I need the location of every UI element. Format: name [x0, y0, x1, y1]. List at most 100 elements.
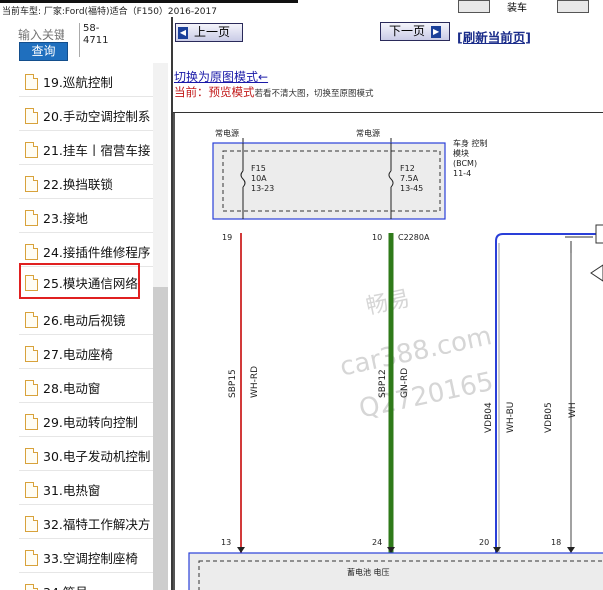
- list-item[interactable]: 32.福特工作解决方: [19, 505, 153, 539]
- wire-id-label: VDB04: [484, 402, 494, 433]
- list-item-highlighted[interactable]: 25.模块通信网络: [19, 263, 140, 299]
- list-item-label: 24.接插件维修程序: [43, 245, 151, 260]
- fuse2-rating: 7.5A: [400, 174, 419, 183]
- list-item[interactable]: 31.电热窗: [19, 471, 153, 505]
- document-icon: [25, 312, 38, 328]
- pin-label: 24: [372, 538, 382, 547]
- list-item[interactable]: 29.电动转向控制: [19, 403, 153, 437]
- current-mode-line: 当前：预览模式若看不清大图，切换至原图模式: [174, 84, 374, 100]
- chapter-list: 19.巡航控制 20.手动空调控制系 21.挂车丨宿营车接 22.换挡联锁 23…: [0, 63, 153, 590]
- pin-label: 19: [222, 233, 232, 242]
- document-icon: [25, 380, 38, 396]
- fuse2-ref: 13-45: [400, 184, 423, 193]
- fuse2-name: F12: [400, 164, 415, 173]
- document-icon: [25, 482, 38, 498]
- fuse1-ref: 13-23: [251, 184, 274, 193]
- current-hint: 若看不清大图，切换至原图模式: [254, 89, 374, 99]
- list-item[interactable]: 23.接地: [19, 199, 153, 233]
- battery-voltage-label: 蓄电池 电压: [347, 567, 390, 577]
- document-icon: [25, 550, 38, 566]
- list-item[interactable]: 28.电动窗: [19, 369, 153, 403]
- toolbar-button-1[interactable]: 装车: [458, 0, 527, 14]
- wiring-diagram[interactable]: 畅易 car388.com Q2720165 常电源 常电源 车身 控制模块(B…: [173, 112, 603, 590]
- document-icon: [25, 176, 38, 192]
- list-item-label: 25.模块通信网络: [43, 276, 138, 291]
- connector-icon: [590, 264, 603, 282]
- wire-blue: [495, 233, 603, 553]
- list-item[interactable]: 34.符号: [19, 573, 153, 590]
- search-area: 查询 58- 4711: [0, 17, 171, 63]
- list-item[interactable]: 30.电子发动机控制: [19, 437, 153, 471]
- next-page-label: 下一页: [389, 24, 426, 38]
- document-icon: [25, 108, 38, 124]
- scrollbar-thumb[interactable]: [153, 287, 168, 590]
- list-item-label: 29.电动转向控制: [43, 415, 138, 430]
- wire-id-label: SBP15: [228, 369, 238, 398]
- wire-id-label: VDB05: [544, 402, 554, 433]
- list-item-label: 20.手动空调控制系: [43, 109, 151, 124]
- list-item-label: 21.挂车丨宿营车接: [43, 143, 151, 158]
- arrow-left-icon: ◀: [178, 26, 188, 39]
- list-item[interactable]: 27.电动座椅: [19, 335, 153, 369]
- pin-label: 20: [479, 538, 489, 547]
- current-prefix: 当前：: [174, 85, 209, 99]
- document-icon: [25, 414, 38, 430]
- list-item[interactable]: 20.手动空调控制系: [19, 97, 153, 131]
- prev-page-label: 上一页: [194, 25, 231, 39]
- search-button[interactable]: 查询: [19, 42, 68, 61]
- refresh-link[interactable]: [刷新当前页]: [457, 27, 531, 46]
- vehicle-model-label: 当前车型: 厂家:Ford(福特)适合（F150）2016-2017: [2, 7, 217, 17]
- document-icon: [25, 275, 38, 291]
- list-item[interactable]: 21.挂车丨宿营车接: [19, 131, 153, 165]
- list-item-label: 33.空调控制座椅: [43, 551, 138, 566]
- component-box: [595, 224, 603, 244]
- next-page-button[interactable]: 下一页 ▶: [380, 22, 450, 41]
- watermark: 畅易: [364, 286, 412, 320]
- antenna-icon: [565, 236, 593, 253]
- list-item[interactable]: 22.换挡联锁: [19, 165, 153, 199]
- list-item-label: 26.电动后视镜: [43, 313, 126, 328]
- list-item-label: 22.换挡联锁: [43, 177, 113, 192]
- wire-color-label: WH: [568, 402, 578, 418]
- list-item-label: 32.福特工作解决方: [43, 517, 151, 532]
- wire-color-label: WH-BU: [506, 402, 516, 433]
- top-bar-edge: [0, 0, 298, 3]
- code-label: 58- 4711: [79, 23, 111, 57]
- power-label: 常电源: [356, 128, 380, 138]
- document-icon: [25, 142, 38, 158]
- list-item[interactable]: 19.巡航控制: [19, 63, 153, 97]
- list-item-label: 28.电动窗: [43, 381, 101, 396]
- search-input[interactable]: [18, 27, 64, 43]
- wiring-diagram-svg: 畅易 car388.com Q2720165 常电源 常电源 车身 控制模块(B…: [188, 128, 603, 590]
- arrow-right-icon: ▶: [431, 25, 442, 38]
- connector-label: C2280A: [398, 233, 430, 242]
- pin-label: 13: [221, 538, 231, 547]
- main-content: ◀ 上一页 下一页 ▶ [刷新当前页] 切换为原图模式← 当前：预览模式若看不清大图…: [173, 17, 603, 590]
- list-item[interactable]: 33.空调控制座椅: [19, 539, 153, 573]
- prev-page-button[interactable]: ◀ 上一页: [175, 23, 243, 42]
- list-item[interactable]: 24.接插件维修程序: [19, 233, 153, 267]
- wire-id-label: SBP12: [378, 369, 388, 398]
- wire-color-label: WH-RD: [250, 366, 260, 398]
- list-item-label: 30.电子发动机控制: [43, 449, 151, 464]
- fuse1-name: F15: [251, 164, 266, 173]
- toolbar-button-label: 装车: [507, 3, 527, 14]
- module-title: 车身 控制模块(BCM) 11-4: [453, 138, 488, 178]
- document-icon: [25, 584, 38, 590]
- toolbar-button-2[interactable]: [557, 0, 589, 13]
- document-icon: [25, 210, 38, 226]
- switch-mode-link[interactable]: 切换为原图模式←: [174, 68, 268, 85]
- list-item-label: 34.符号: [43, 582, 88, 590]
- document-icon: [25, 74, 38, 90]
- pin-label: 18: [551, 538, 561, 547]
- document-icon: [25, 516, 38, 532]
- sidebar: 查询 58- 4711 19.巡航控制 20.手动空调控制系 21.挂车丨宿营车…: [0, 17, 171, 590]
- document-icon: [25, 448, 38, 464]
- current-mode: 预览模式: [208, 85, 255, 99]
- fuse1-rating: 10A: [251, 174, 267, 183]
- list-item-label: 19.巡航控制: [43, 75, 113, 90]
- pin-label: 10: [372, 233, 382, 242]
- list-item[interactable]: 26.电动后视镜: [19, 301, 153, 335]
- wire-color-label: GN-RD: [400, 368, 410, 398]
- top-bar: 当前车型: 厂家:Ford(福特)适合（F150）2016-2017 装车: [0, 0, 603, 17]
